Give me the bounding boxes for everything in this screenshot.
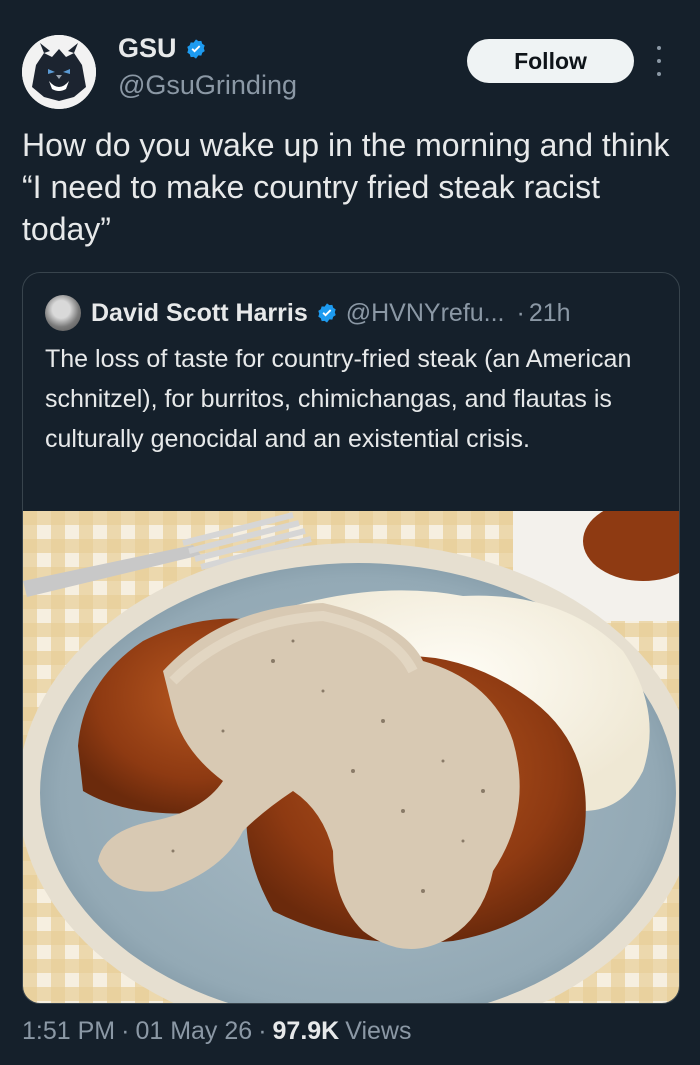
views-count: 97.9K (272, 1017, 340, 1045)
verified-badge-icon (186, 38, 205, 59)
tweet-time[interactable]: 1:51 PM (22, 1017, 115, 1046)
quoted-tweet-header: David Scott Harris @HVNYrefu... · 21h (45, 293, 571, 333)
author-avatar[interactable] (22, 35, 96, 109)
quoted-tweet-text: The loss of taste for country-fried stea… (45, 345, 632, 453)
views-label: Views (345, 1017, 412, 1045)
quoted-separator: · (516, 298, 525, 327)
more-options-icon[interactable] (652, 46, 666, 76)
author-name-row[interactable]: GSU (118, 33, 207, 64)
tweet-date[interactable]: 01 May 26 (135, 1017, 252, 1046)
quoted-timestamp[interactable]: 21h (529, 299, 571, 328)
verified-badge-icon (318, 303, 336, 323)
meta-separator: · (121, 1017, 130, 1045)
quoted-tweet-card[interactable]: David Scott Harris @HVNYrefu... · 21h Th… (22, 272, 680, 1004)
quoted-author-handle[interactable]: @HVNYrefu... (346, 299, 505, 328)
panther-mascot-icon (22, 35, 96, 109)
tweet-text: How do you wake up in the morning and th… (22, 127, 670, 247)
food-photo[interactable] (23, 511, 679, 1003)
author-handle[interactable]: @GsuGrinding (118, 70, 297, 101)
tweet-meta: 1:51 PM · 01 May 26 · 97.9K Views (22, 1017, 411, 1046)
author-name[interactable]: GSU (118, 33, 177, 64)
quoted-author-avatar[interactable] (45, 295, 81, 331)
meta-separator: · (258, 1017, 267, 1045)
quoted-author-name[interactable]: David Scott Harris (91, 299, 308, 328)
follow-button[interactable]: Follow (467, 39, 634, 83)
